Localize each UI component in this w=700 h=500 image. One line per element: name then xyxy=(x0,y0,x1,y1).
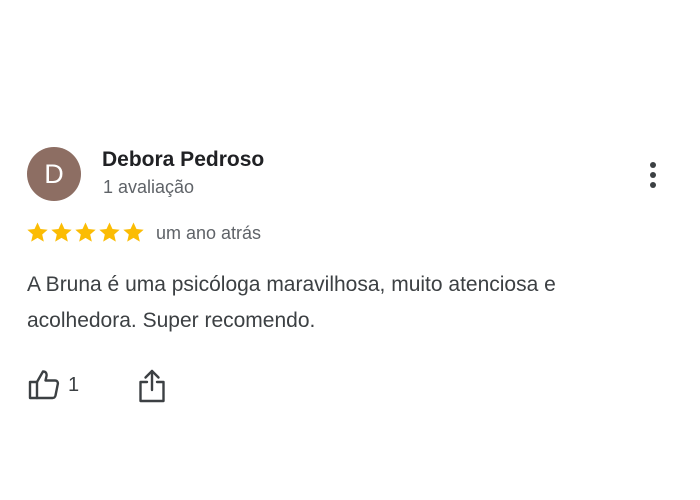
star-icon xyxy=(51,222,72,242)
more-options-button[interactable] xyxy=(638,156,668,194)
star-icon xyxy=(99,222,120,242)
review-card: D Debora Pedroso 1 avaliação um ano atrá… xyxy=(0,0,700,500)
star-icon xyxy=(27,222,48,242)
star-rating xyxy=(26,221,145,244)
avatar[interactable]: D xyxy=(27,147,81,201)
avatar-initial: D xyxy=(44,158,64,189)
review-text: A Bruna é uma psicóloga maravilhosa, mui… xyxy=(27,273,556,332)
thumbs-up-icon xyxy=(27,368,61,402)
like-count: 1 xyxy=(68,373,80,396)
author-name[interactable]: Debora Pedroso xyxy=(102,148,264,172)
review-count: 1 avaliação xyxy=(103,177,195,197)
like-button[interactable]: 1 xyxy=(27,367,79,403)
star-icon xyxy=(75,222,96,242)
share-button[interactable] xyxy=(136,368,168,404)
more-vertical-icon xyxy=(650,162,656,168)
star-icon xyxy=(123,222,144,242)
review-date: um ano atrás xyxy=(156,223,262,243)
share-icon xyxy=(136,368,168,404)
